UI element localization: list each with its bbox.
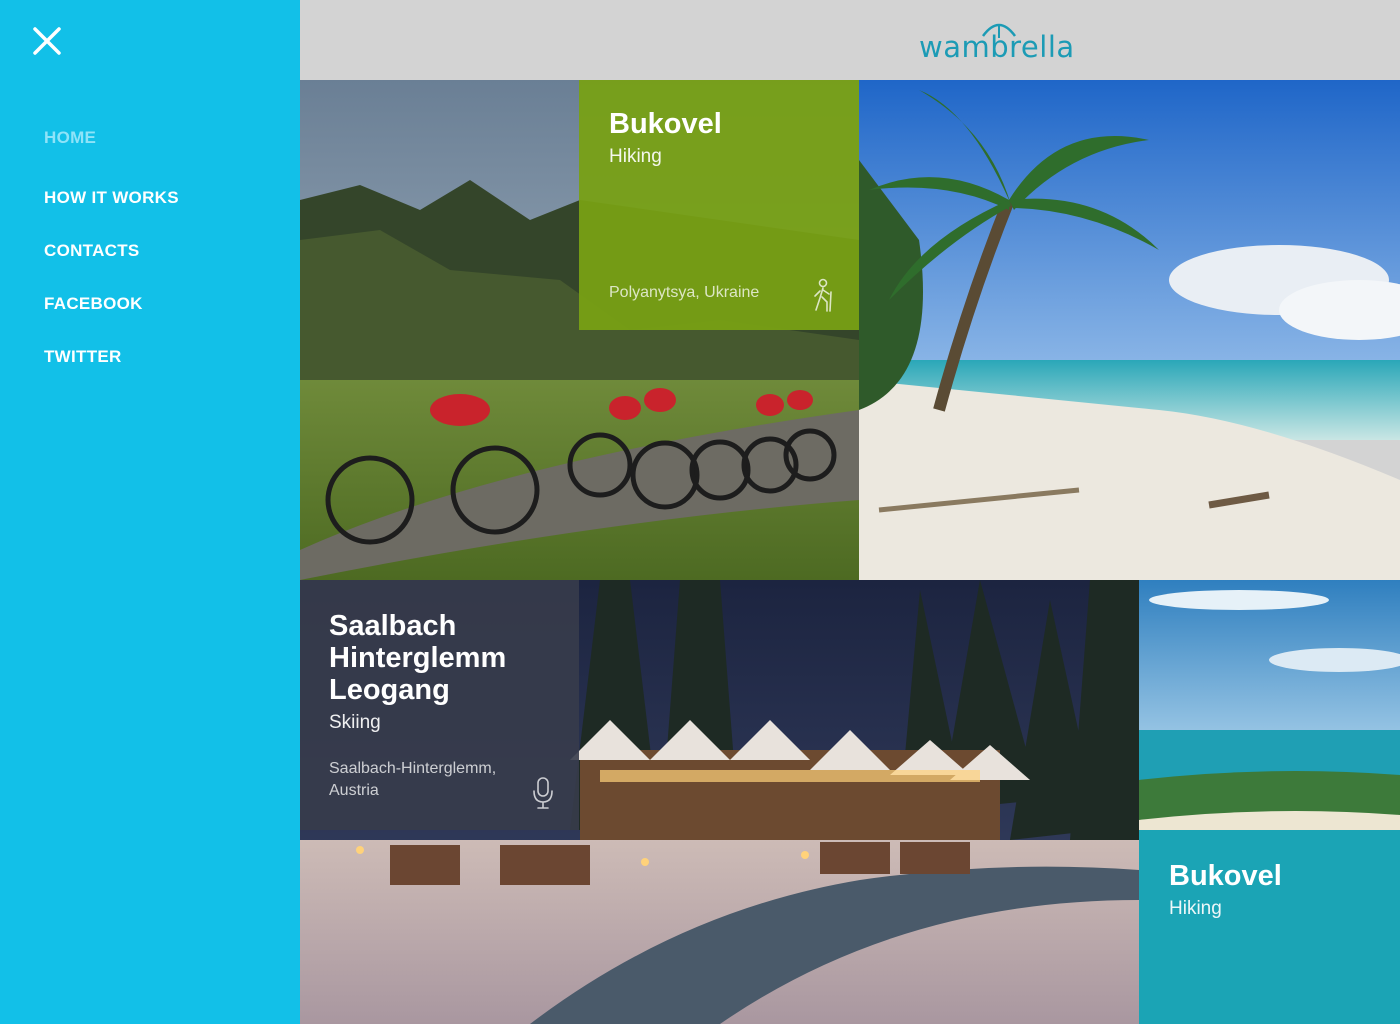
sidebar-menu: HOME HOW IT WORKS CONTACTS FACEBOOK TWIT… — [0, 0, 300, 1024]
logo-text: wambrella — [919, 30, 1075, 64]
destination-card-bukovel[interactable]: Bukovel Hiking Polyanytsya, Ukraine — [579, 80, 859, 330]
card-location: Saalbach-Hinterglemm, Austria — [329, 760, 497, 799]
card-activity: Hiking — [609, 146, 662, 167]
nav-item-contacts[interactable]: CONTACTS — [44, 241, 179, 261]
main-nav: HOME HOW IT WORKS CONTACTS FACEBOOK TWIT… — [44, 128, 179, 367]
nav-item-home[interactable]: HOME — [44, 128, 179, 148]
nav-item-facebook[interactable]: FACEBOOK — [44, 294, 179, 314]
nav-item-twitter[interactable]: TWITTER — [44, 347, 179, 367]
top-header: wambrella — [300, 0, 1400, 80]
card-activity: Hiking — [1169, 898, 1222, 919]
brand-logo[interactable]: wambrella — [919, 20, 1081, 66]
hiker-icon — [814, 278, 832, 312]
microphone-icon — [533, 777, 553, 809]
tile-image-tropical-beach[interactable] — [859, 80, 1400, 580]
destination-card-bukovel-island[interactable]: Bukovel Hiking — [1139, 830, 1400, 1024]
card-location: Polyanytsya, Ukraine — [609, 284, 760, 301]
card-title: Bukovel — [1169, 860, 1282, 892]
nav-item-how-it-works[interactable]: HOW IT WORKS — [44, 188, 179, 208]
destination-card-saalbach[interactable]: Saalbach Hinterglemm Leogang Skiing Saal… — [300, 580, 579, 830]
card-title: Saalbach Hinterglemm Leogang — [329, 610, 507, 706]
card-title: Bukovel — [609, 108, 722, 140]
close-icon[interactable] — [30, 24, 64, 58]
card-activity: Skiing — [329, 712, 381, 733]
